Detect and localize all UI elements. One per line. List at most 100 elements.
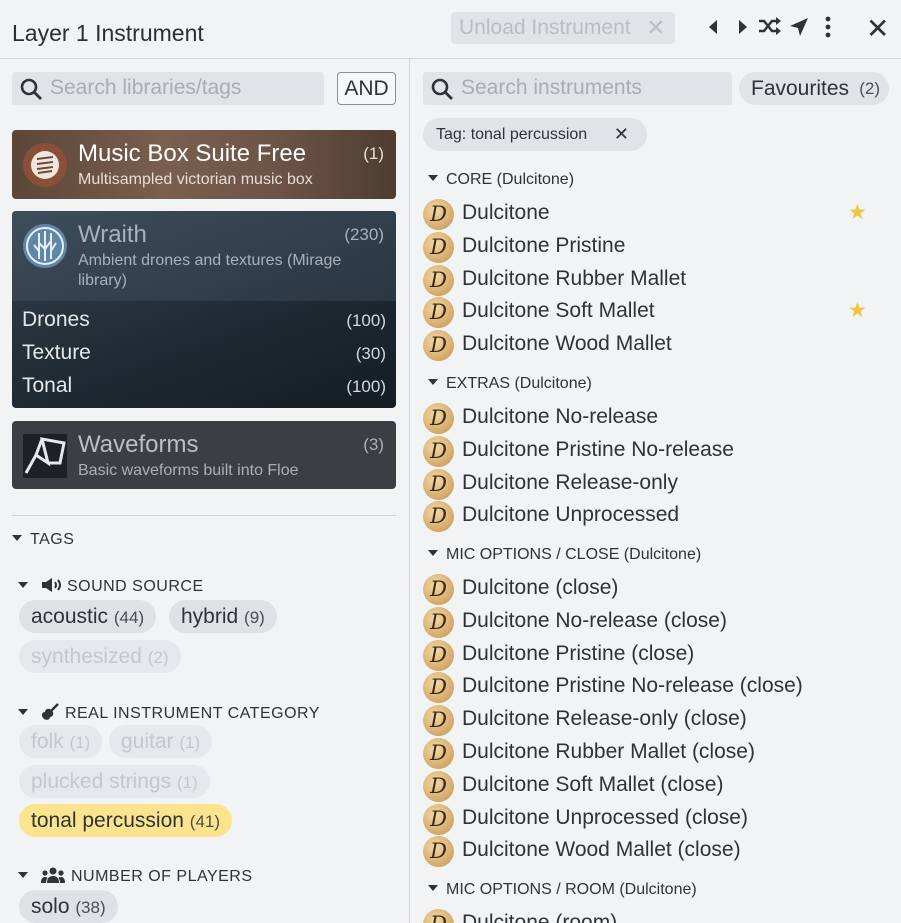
folder-name: CORE (Dulcitone) bbox=[446, 171, 575, 188]
wraith-logo-icon bbox=[23, 224, 67, 268]
guitar-icon bbox=[41, 703, 59, 720]
favourites-button[interactable]: Favourites (2) bbox=[739, 72, 889, 105]
library-search-placeholder: Search libraries/tags bbox=[50, 76, 242, 99]
instrument-item[interactable]: D Dulcitone Pristine (close) bbox=[423, 639, 883, 672]
instrument-name: Dulcitone Unprocessed (close) bbox=[462, 805, 748, 829]
instrument-name: Dulcitone Pristine (close) bbox=[462, 641, 695, 665]
instrument-item[interactable]: D Dulcitone No-release (close) bbox=[423, 606, 883, 639]
and-toggle-button[interactable]: AND bbox=[337, 72, 396, 105]
locate-icon[interactable] bbox=[787, 16, 811, 42]
library-name: Music Box Suite Free bbox=[78, 140, 307, 167]
instrument-item[interactable]: D Dulcitone Pristine bbox=[423, 231, 883, 264]
tag-tonal-percussion[interactable]: tonal percussion (41) bbox=[19, 804, 233, 837]
remove-filter-icon[interactable]: ✕ bbox=[614, 118, 629, 151]
tag-acoustic[interactable]: acoustic (44) bbox=[19, 600, 157, 633]
sound-source-header[interactable]: SOUND SOURCE bbox=[18, 577, 204, 596]
section-separator bbox=[12, 515, 396, 516]
collapse-triangle-icon bbox=[428, 884, 438, 891]
tag-solo[interactable]: solo (38) bbox=[19, 890, 118, 923]
dulcitone-logo-icon: D bbox=[423, 501, 454, 533]
close-panel-icon[interactable]: ✕ bbox=[866, 14, 889, 44]
instrument-item[interactable]: D Dulcitone ★ bbox=[423, 198, 883, 231]
folder-name: MIC OPTIONS / CLOSE (Dulcitone) bbox=[446, 546, 702, 563]
tag-hybrid[interactable]: hybrid (9) bbox=[169, 600, 277, 633]
tag-synthesized[interactable]: synthesized (2) bbox=[19, 640, 181, 673]
instrument-item[interactable]: D Dulcitone Release-only bbox=[423, 468, 883, 501]
instrument-item[interactable]: D Dulcitone Wood Mallet bbox=[423, 329, 883, 362]
collapse-triangle-icon bbox=[18, 708, 28, 715]
real-instrument-category-header[interactable]: REAL INSTRUMENT CATEGORY bbox=[18, 703, 320, 723]
instrument-item[interactable]: D Dulcitone Rubber Mallet bbox=[423, 264, 883, 297]
library-card-wraith[interactable]: Wraith Ambient drones and textures (Mira… bbox=[12, 211, 396, 408]
unload-instrument-button[interactable]: Unload Instrument ✕ bbox=[451, 12, 675, 44]
users-icon bbox=[40, 867, 65, 883]
dulcitone-logo-icon: D bbox=[423, 639, 454, 671]
dulcitone-logo-icon: D bbox=[423, 297, 454, 329]
instrument-item[interactable]: D Dulcitone (close) bbox=[423, 573, 883, 606]
library-count: (230) bbox=[344, 225, 384, 244]
more-options-icon[interactable] bbox=[816, 16, 840, 42]
folder-header[interactable]: MIC OPTIONS / ROOM (Dulcitone) bbox=[428, 881, 697, 899]
previous-instrument-icon[interactable] bbox=[701, 16, 725, 42]
instrument-search-input[interactable]: Search instruments bbox=[423, 72, 732, 105]
dulcitone-logo-icon: D bbox=[423, 199, 454, 230]
library-folder-texture[interactable]: Texture (30) bbox=[22, 341, 386, 374]
column-divider bbox=[409, 59, 410, 923]
panel-title: Layer 1 Instrument bbox=[12, 20, 204, 46]
instrument-item[interactable]: D Dulcitone Unprocessed (close) bbox=[423, 803, 883, 836]
instrument-item[interactable]: D Dulcitone No-release bbox=[423, 402, 883, 435]
collapse-triangle-icon bbox=[428, 549, 438, 556]
folder-name: Tonal bbox=[22, 374, 73, 397]
dulcitone-logo-icon: D bbox=[423, 803, 454, 835]
library-folder-drones[interactable]: Drones (100) bbox=[22, 308, 386, 341]
library-folder-tonal[interactable]: Tonal (100) bbox=[22, 374, 386, 407]
instrument-item[interactable]: D Dulcitone Soft Mallet (close) bbox=[423, 770, 883, 803]
tag-folk[interactable]: folk (1) bbox=[19, 725, 103, 758]
number-of-players-header[interactable]: NUMBER OF PLAYERS bbox=[18, 867, 253, 886]
search-icon bbox=[20, 78, 42, 100]
instrument-item[interactable]: D Dulcitone Soft Mallet ★ bbox=[423, 296, 883, 329]
instrument-item[interactable]: D Dulcitone Rubber Mallet (close) bbox=[423, 737, 883, 770]
shuffle-icon[interactable] bbox=[758, 16, 782, 42]
dulcitone-logo-icon: D bbox=[423, 672, 454, 704]
instrument-item[interactable]: D Dulcitone Unprocessed bbox=[423, 500, 883, 533]
folder-header[interactable]: MIC OPTIONS / CLOSE (Dulcitone) bbox=[428, 546, 701, 564]
folder-header[interactable]: EXTRAS (Dulcitone) bbox=[428, 375, 592, 393]
instrument-item[interactable]: D Dulcitone Wood Mallet (close) bbox=[423, 835, 883, 868]
library-count: (1) bbox=[363, 144, 384, 163]
folder-name: MIC OPTIONS / ROOM (Dulcitone) bbox=[446, 881, 697, 898]
instrument-name: Dulcitone No-release bbox=[462, 405, 659, 428]
instrument-item[interactable]: D Dulcitone Pristine No-release bbox=[423, 435, 883, 468]
active-tag-filter[interactable]: Tag: tonal percussion ✕ bbox=[423, 118, 647, 151]
instrument-item[interactable]: D Dulcitone (room) bbox=[423, 908, 883, 923]
tag-plucked-strings[interactable]: plucked strings (1) bbox=[19, 765, 210, 798]
favourite-star-icon[interactable]: ★ bbox=[848, 298, 867, 323]
unload-label: Unload Instrument bbox=[459, 16, 631, 39]
folder-count: (100) bbox=[346, 311, 386, 330]
library-card-music-box[interactable]: Music Box Suite Free Multisampled victor… bbox=[12, 130, 396, 199]
folder-count: (30) bbox=[355, 344, 386, 363]
instrument-name: Dulcitone Unprocessed bbox=[462, 503, 680, 527]
instrument-name: Dulcitone Soft Mallet (close) bbox=[462, 772, 724, 796]
library-card-waveforms[interactable]: Waveforms Basic waveforms built into Flo… bbox=[12, 421, 396, 489]
folder-name: Texture bbox=[22, 341, 91, 364]
unload-close-icon: ✕ bbox=[646, 15, 665, 40]
tag-guitar[interactable]: guitar (1) bbox=[109, 725, 213, 758]
next-instrument-icon[interactable] bbox=[731, 16, 755, 42]
dulcitone-logo-icon: D bbox=[423, 435, 454, 467]
instrument-name: Dulcitone Soft Mallet bbox=[462, 299, 655, 323]
instrument-name: Dulcitone Wood Mallet bbox=[462, 332, 672, 356]
tags-section-header[interactable]: TAGS bbox=[12, 531, 74, 549]
dulcitone-logo-icon: D bbox=[423, 705, 454, 737]
library-search-input[interactable]: Search libraries/tags bbox=[12, 72, 324, 105]
instrument-name: Dulcitone No-release (close) bbox=[462, 608, 727, 632]
folder-header[interactable]: CORE (Dulcitone) bbox=[428, 171, 574, 189]
dulcitone-logo-icon: D bbox=[423, 770, 454, 802]
favourite-star-icon[interactable]: ★ bbox=[848, 200, 867, 225]
waveforms-logo-icon bbox=[23, 434, 67, 478]
instrument-item[interactable]: D Dulcitone Pristine No-release (close) bbox=[423, 671, 883, 704]
dulcitone-logo-icon: D bbox=[423, 836, 454, 868]
instrument-item[interactable]: D Dulcitone Release-only (close) bbox=[423, 704, 883, 737]
dulcitone-logo-icon: D bbox=[423, 909, 454, 923]
instrument-name: Dulcitone Wood Mallet (close) bbox=[462, 838, 741, 862]
